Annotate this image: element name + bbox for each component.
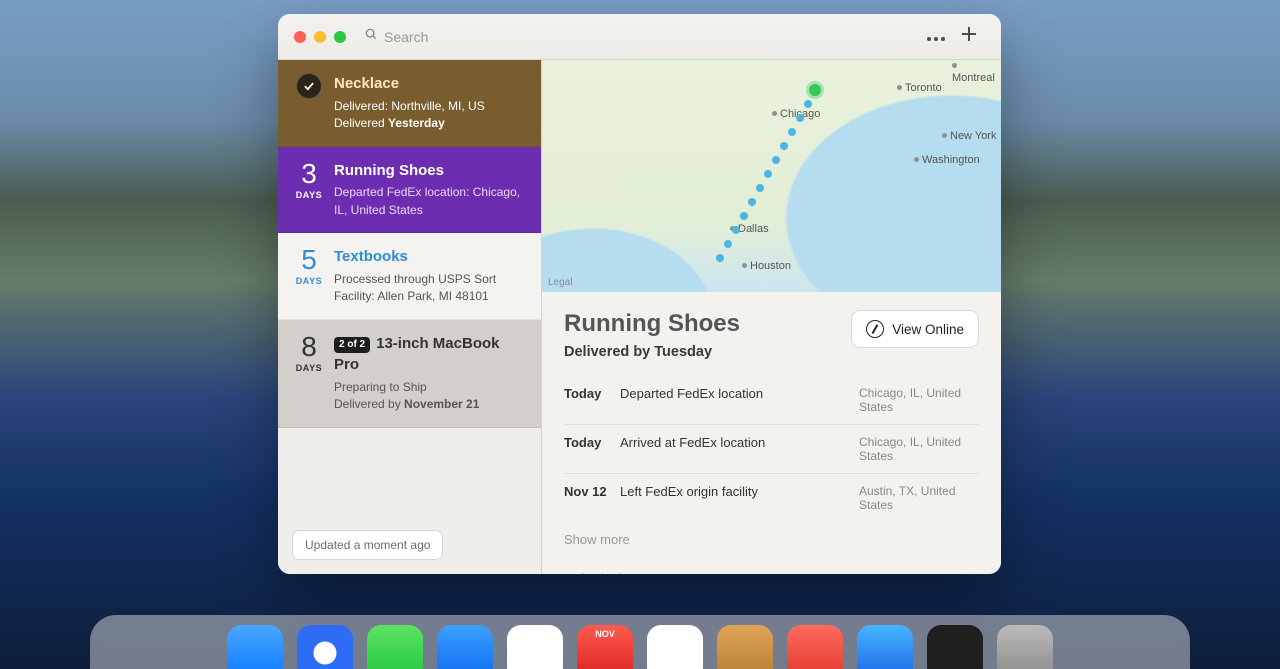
map-city-toronto: Toronto xyxy=(897,82,942,94)
view-online-label: View Online xyxy=(892,322,964,337)
package-status: Preparing to Ship xyxy=(334,379,527,396)
detail-pane: Chicago Toronto Montreal New York Washin… xyxy=(542,60,1001,574)
days-label: DAYS xyxy=(296,363,323,373)
package-info: Textbooks Processed through USPS Sort Fa… xyxy=(334,246,527,306)
package-info: Running Shoes Departed FedEx location: C… xyxy=(334,160,527,220)
show-more-button[interactable]: Show more xyxy=(564,532,979,547)
calendar-month-label: NOV xyxy=(577,625,633,639)
refresh-status-button[interactable]: Updated a moment ago xyxy=(292,530,443,560)
compass-icon xyxy=(866,320,884,338)
package-title: Textbooks xyxy=(334,246,527,268)
dock-app-parcel[interactable] xyxy=(717,625,773,669)
close-window-button[interactable] xyxy=(294,31,306,43)
dock-app-mail[interactable] xyxy=(437,625,493,669)
event-date: Today xyxy=(564,425,620,474)
dock-app-photos[interactable] xyxy=(507,625,563,669)
add-button[interactable] xyxy=(953,22,985,51)
map-legal-link[interactable]: Legal xyxy=(548,277,572,288)
detail-subtitle: Delivered by Tuesday xyxy=(564,344,740,360)
titlebar xyxy=(278,14,1001,60)
tracking-map[interactable]: Chicago Toronto Montreal New York Washin… xyxy=(542,60,1001,292)
more-menu-button[interactable] xyxy=(919,24,953,50)
macos-dock: NOV xyxy=(90,615,1190,669)
event-location: Chicago, IL, United States xyxy=(859,425,979,474)
package-delivery-line: Delivered Yesterday xyxy=(334,115,527,132)
event-date: Today xyxy=(564,376,620,425)
dock-app-contacts[interactable] xyxy=(647,625,703,669)
dock-app-generic-4[interactable] xyxy=(997,625,1053,669)
dock-app-messages[interactable] xyxy=(367,625,423,669)
event-location: Chicago, IL, United States xyxy=(859,376,979,425)
detail-title: Running Shoes xyxy=(564,310,740,338)
package-info: Necklace Delivered: Northville, MI, US D… xyxy=(334,73,527,133)
detail-header: Running Shoes Delivered by Tuesday View … xyxy=(564,310,979,360)
dock-app-generic-1[interactable] xyxy=(787,625,843,669)
delivered-check-icon xyxy=(296,73,322,99)
package-title: 2 of 213-inch MacBook Pro xyxy=(334,333,527,377)
table-row: Today Arrived at FedEx location Chicago,… xyxy=(564,425,979,474)
dock-app-safari[interactable] xyxy=(297,625,353,669)
dock-app-generic-2[interactable] xyxy=(857,625,913,669)
package-info: 2 of 213-inch MacBook Pro Preparing to S… xyxy=(334,333,527,414)
zoom-window-button[interactable] xyxy=(334,31,346,43)
package-status: Departed FedEx location: Chicago, IL, Un… xyxy=(334,184,527,219)
days-count: 8 xyxy=(301,333,317,361)
event-text: Departed FedEx location xyxy=(620,376,859,425)
search-field[interactable] xyxy=(364,27,532,46)
days-count: 5 xyxy=(301,246,317,274)
package-item-macbook-pro[interactable]: 8 DAYS 2 of 213-inch MacBook Pro Prepari… xyxy=(278,320,541,428)
package-item-running-shoes[interactable]: 3 DAYS Running Shoes Departed FedEx loca… xyxy=(278,147,541,234)
dock-app-finder[interactable] xyxy=(227,625,283,669)
package-item-necklace[interactable]: Necklace Delivered: Northville, MI, US D… xyxy=(278,60,541,147)
package-title: Running Shoes xyxy=(334,160,527,182)
map-destination-pin-icon xyxy=(809,84,821,96)
package-count-pill: 2 of 2 xyxy=(334,337,370,354)
package-delivery-line: Delivered by November 21 xyxy=(334,396,527,413)
package-status: Delivered: Northville, MI, US xyxy=(334,98,527,115)
package-title: Necklace xyxy=(334,73,527,95)
map-city-montreal: Montreal xyxy=(952,60,1001,84)
tracking-events-table: Today Departed FedEx location Chicago, I… xyxy=(564,376,979,522)
detail-meta: Refreshed a moment ago Tracking No. 4028… xyxy=(564,569,979,574)
view-online-button[interactable]: View Online xyxy=(851,310,979,348)
days-count: 3 xyxy=(301,160,317,188)
app-window: Necklace Delivered: Northville, MI, US D… xyxy=(278,14,1001,574)
package-status: Processed through USPS Sort Facility: Al… xyxy=(334,271,527,306)
minimize-window-button[interactable] xyxy=(314,31,326,43)
dock-app-calendar[interactable]: NOV xyxy=(577,625,633,669)
days-label: DAYS xyxy=(296,276,323,286)
event-text: Arrived at FedEx location xyxy=(620,425,859,474)
map-city-houston: Houston xyxy=(742,260,791,272)
table-row: Today Departed FedEx location Chicago, I… xyxy=(564,376,979,425)
package-item-textbooks[interactable]: 5 DAYS Textbooks Processed through USPS … xyxy=(278,233,541,320)
search-input[interactable] xyxy=(384,29,532,45)
days-label: DAYS xyxy=(296,190,323,200)
traffic-lights xyxy=(294,31,346,43)
sidebar-footer: Updated a moment ago xyxy=(278,516,541,574)
refreshed-label: Refreshed a moment ago xyxy=(564,569,979,574)
search-icon xyxy=(364,27,378,46)
event-location: Austin, TX, United States xyxy=(859,474,979,523)
map-city-newyork: New York xyxy=(942,130,996,142)
package-list: Necklace Delivered: Northville, MI, US D… xyxy=(278,60,542,574)
map-city-washington: Washington xyxy=(914,154,980,166)
event-date: Nov 12 xyxy=(564,474,620,523)
table-row: Nov 12 Left FedEx origin facility Austin… xyxy=(564,474,979,523)
dock-app-generic-3[interactable] xyxy=(927,625,983,669)
event-text: Left FedEx origin facility xyxy=(620,474,859,523)
